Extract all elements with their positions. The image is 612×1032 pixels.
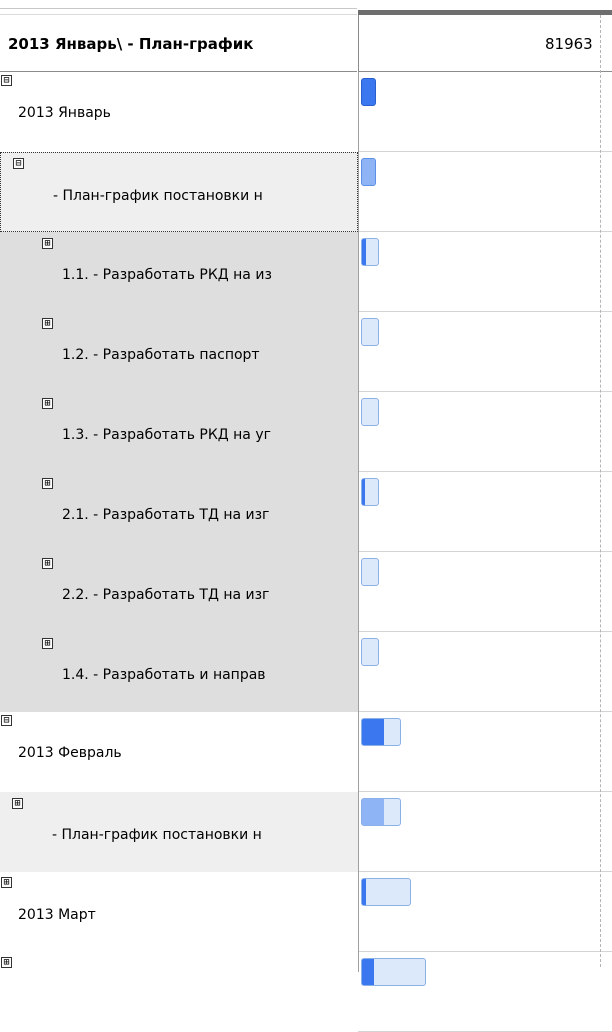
gantt-bar[interactable] (361, 638, 379, 666)
gantt-bar[interactable] (361, 478, 379, 506)
tree-row[interactable]: ⊟ 2013 Январь (0, 72, 612, 152)
tree-row[interactable]: ⊞ 2.1. - Разработать ТД на изг (0, 472, 612, 552)
tree-row-label: 2013 Март (18, 907, 96, 923)
tree-row[interactable]: ⊞ 2013 Март (0, 872, 612, 952)
gantt-bar[interactable] (361, 238, 379, 266)
tree-row-label: - План-график постановки н (53, 188, 263, 204)
tree-row-label: 2013 Февраль (18, 745, 122, 761)
tree-column-title: 2013 Январь\ - План-график (8, 35, 254, 53)
gantt-bar[interactable] (361, 958, 426, 986)
expand-icon[interactable]: ⊞ (42, 478, 53, 489)
tree-cell: ⊞ 2.1. - Разработать ТД на изг (0, 472, 358, 552)
tree-row-label: 1.3. - Разработать РКД на уг (62, 427, 271, 443)
timeline-cell (358, 72, 612, 152)
tree-cell: ⊞ 1.4. - Разработать и направ (0, 632, 358, 712)
collapse-icon[interactable]: ⊟ (1, 75, 12, 86)
timeline-cell (358, 552, 612, 632)
expand-icon[interactable]: ⊞ (42, 238, 53, 249)
expand-icon[interactable]: ⊞ (1, 957, 12, 968)
tree-cell: ⊟ 2013 Февраль (0, 712, 358, 792)
tree-row-label: 1.4. - Разработать и направ (62, 667, 266, 683)
expand-icon[interactable]: ⊞ (42, 398, 53, 409)
tree-cell: ⊞ 1.2. - Разработать паспорт (0, 312, 358, 392)
tree-row[interactable]: ⊞ 1.1. - Разработать РКД на из (0, 232, 612, 312)
tree-row-label: 2013 Январь (18, 105, 111, 121)
tree-row[interactable]: ⊞ 1.2. - Разработать паспорт (0, 312, 612, 392)
expand-icon[interactable]: ⊞ (42, 638, 53, 649)
tree-row[interactable]: ⊞ 1.4. - Разработать и направ (0, 632, 612, 712)
timeline-cell (358, 952, 612, 1032)
tree-cell: ⊞ 1.1. - Разработать РКД на из (0, 232, 358, 312)
timeline-cell (358, 152, 612, 232)
timeline-cell (358, 792, 612, 872)
collapse-icon[interactable]: ⊟ (1, 715, 12, 726)
gantt-bar[interactable] (361, 318, 379, 346)
expand-icon[interactable]: ⊞ (1, 877, 12, 888)
gantt-bar[interactable] (361, 878, 411, 906)
tree-cell: ⊟ 2013 Январь (0, 72, 358, 152)
expand-icon[interactable]: ⊞ (12, 798, 23, 809)
timeline-date-label: 81963 (545, 35, 593, 53)
tree-row-label: - План-график постановки н (52, 827, 262, 843)
gantt-bar[interactable] (361, 158, 376, 186)
gantt-bar[interactable] (361, 398, 379, 426)
gantt-bar[interactable] (361, 798, 401, 826)
timeline-cell (358, 392, 612, 472)
tree-cell: ⊞ 2.2. - Разработать ТД на изг (0, 552, 358, 632)
tree-row-label: 2.1. - Разработать ТД на изг (62, 507, 270, 523)
tree-row-label: 1.2. - Разработать паспорт (62, 347, 260, 363)
tree-cell: ⊞ 2013 Март (0, 872, 358, 952)
tree-row[interactable]: ⊞ - План-график постановки н (0, 792, 612, 872)
timeline-cell (358, 472, 612, 552)
timeline-gridline (600, 15, 601, 967)
tree-row[interactable]: ⊞ (0, 952, 612, 1032)
tree-row[interactable]: ⊞ 2.2. - Разработать ТД на изг (0, 552, 612, 632)
timeline-cell (358, 712, 612, 792)
tree-row-label: 1.1. - Разработать РКД на из (62, 267, 272, 283)
expand-icon[interactable]: ⊞ (42, 318, 53, 329)
top-bar (0, 0, 612, 15)
tree-cell: ⊞ (0, 952, 358, 1032)
timeline-cell (358, 312, 612, 392)
timeline-header[interactable]: 81963 (358, 15, 612, 72)
tree-row[interactable]: ⊟ 2013 Февраль (0, 712, 612, 792)
gantt-bar[interactable] (361, 718, 401, 746)
timeline-cell (358, 232, 612, 312)
column-divider[interactable] (358, 72, 359, 972)
tree-row[interactable]: ⊟ - План-график постановки н (0, 152, 612, 232)
timeline-cell (358, 872, 612, 952)
top-border-left (0, 8, 357, 9)
tree-row-label: 2.2. - Разработать ТД на изг (62, 587, 270, 603)
gantt-bar[interactable] (361, 78, 376, 106)
gantt-bar[interactable] (361, 558, 379, 586)
tree-cell-selected: ⊟ - План-график постановки н (0, 152, 358, 232)
timeline-cell (358, 632, 612, 712)
expand-icon[interactable]: ⊞ (42, 558, 53, 569)
tree-cell: ⊞ 1.3. - Разработать РКД на уг (0, 392, 358, 472)
collapse-icon[interactable]: ⊟ (13, 158, 24, 169)
tree-cell: ⊞ - План-график постановки н (0, 792, 358, 872)
tree-column-header[interactable]: 2013 Январь\ - План-график (0, 15, 357, 72)
tree-row[interactable]: ⊞ 1.3. - Разработать РКД на уг (0, 392, 612, 472)
